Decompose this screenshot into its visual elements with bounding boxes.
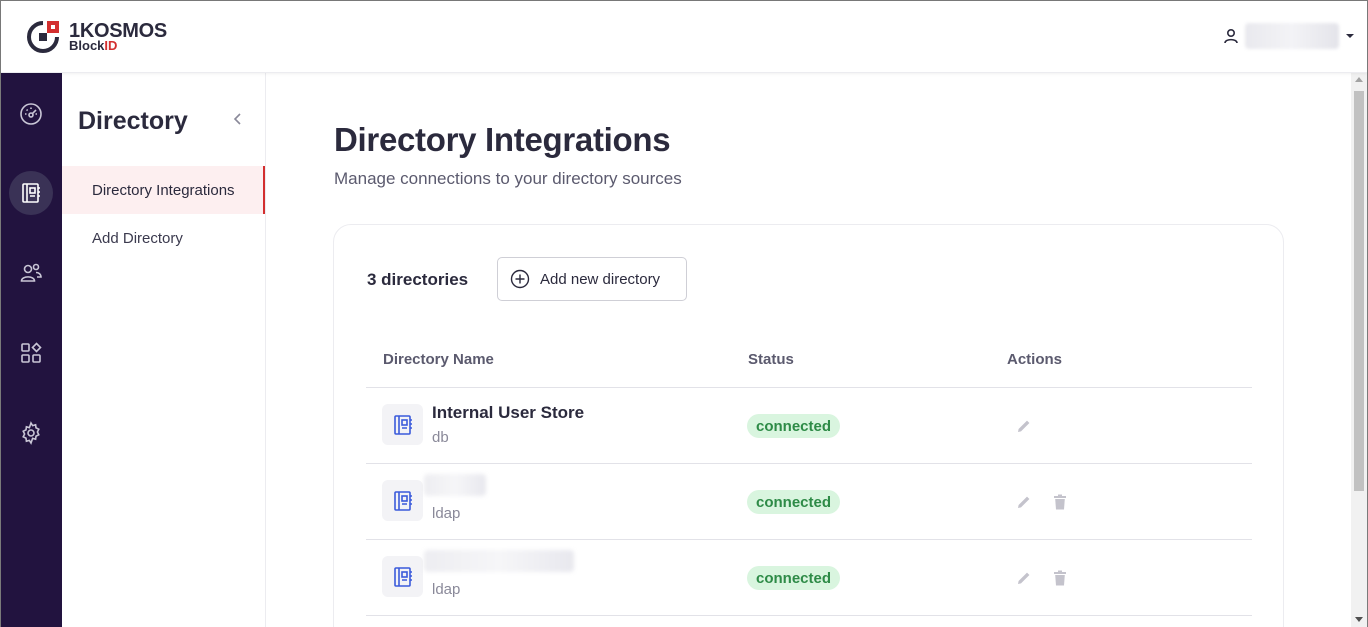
add-new-directory-label: Add new directory: [540, 270, 661, 288]
user-name-redacted: [1245, 23, 1339, 49]
subnav-item-directory-integrations[interactable]: Directory Integrations: [62, 166, 265, 214]
main-content: Directory Integrations Manage connection…: [266, 73, 1351, 627]
scroll-down-arrow-icon[interactable]: [1355, 617, 1363, 622]
trash-icon: [1054, 494, 1066, 510]
caret-down-icon[interactable]: [1345, 31, 1355, 41]
plus-circle-icon: [510, 269, 530, 289]
pencil-icon: [1018, 420, 1030, 432]
product-name: BlockID: [69, 38, 117, 53]
add-new-directory-button[interactable]: Add new directory: [497, 257, 687, 301]
edit-button[interactable]: [1014, 492, 1034, 512]
page-title: Directory Integrations: [334, 121, 671, 158]
edit-button[interactable]: [1014, 416, 1034, 436]
directory-icon: [382, 480, 423, 521]
chevron-left-icon: [233, 113, 241, 125]
subnav-item-label: Directory Integrations: [92, 181, 235, 199]
table-row[interactable]: Internal User Store db connected: [366, 387, 1252, 463]
status-badge: connected: [747, 414, 841, 438]
table-row: [366, 615, 1252, 627]
product-name-suffix: ID: [104, 38, 118, 53]
collapse-sidebar-button[interactable]: [228, 109, 248, 129]
nav-apps[interactable]: [9, 331, 53, 375]
subnav-item-label: Add Directory: [92, 229, 183, 247]
users-icon: [20, 263, 42, 282]
nav-settings[interactable]: [9, 411, 53, 455]
status-badge: connected: [747, 566, 841, 590]
settings-icon: [22, 421, 40, 445]
column-header-actions: Actions: [1007, 351, 1063, 368]
directory-count: 3 directories: [367, 270, 469, 289]
table-row[interactable]: ldap connected: [366, 463, 1252, 539]
table-row[interactable]: ldap connected: [366, 539, 1252, 615]
subnav-item-add-directory[interactable]: Add Directory: [62, 214, 265, 262]
product-name-prefix: Block: [69, 38, 105, 53]
app-logo[interactable]: 1KOSMOS BlockID: [25, 17, 185, 57]
nav-directory[interactable]: [9, 171, 53, 215]
column-header-name: Directory Name: [383, 351, 494, 368]
apps-icon: [21, 342, 42, 363]
column-header-status: Status: [748, 351, 794, 368]
directory-type: ldap: [432, 505, 461, 522]
scroll-thumb[interactable]: [1354, 91, 1364, 491]
directory-icon: [22, 183, 40, 203]
delete-button[interactable]: [1050, 568, 1070, 588]
page-scrollbar[interactable]: [1351, 73, 1367, 627]
directory-name[interactable]: Internal User Store: [432, 403, 584, 423]
directory-icon: [382, 556, 423, 597]
status-badge: connected: [747, 490, 841, 514]
edit-button[interactable]: [1014, 568, 1034, 588]
directory-type: ldap: [432, 581, 461, 598]
directory-name-redacted[interactable]: [424, 474, 486, 496]
directory-name-redacted[interactable]: [424, 550, 574, 572]
directory-type: db: [432, 429, 449, 446]
trash-icon: [1054, 570, 1066, 586]
pencil-icon: [1018, 496, 1030, 508]
dashboard-icon: [20, 103, 42, 125]
directory-icon: [382, 404, 423, 445]
scroll-up-arrow-icon[interactable]: [1355, 77, 1363, 82]
directories-card: 3 directories Add new directory Director…: [333, 224, 1284, 627]
subnav-title: Directory: [78, 107, 188, 135]
user-menu[interactable]: [1223, 21, 1355, 51]
main-nav-rail: [1, 73, 62, 627]
delete-button[interactable]: [1050, 492, 1070, 512]
page-subtitle: Manage connections to your directory sou…: [334, 169, 682, 188]
nav-users[interactable]: [9, 251, 53, 295]
pencil-icon: [1018, 572, 1030, 584]
user-icon: [1224, 28, 1238, 44]
top-header: 1KOSMOS BlockID: [1, 1, 1367, 73]
nav-dashboard[interactable]: [9, 92, 53, 136]
logo-mark-icon: [27, 21, 59, 53]
directory-subnav: Directory Directory Integrations Add Dir…: [62, 73, 266, 627]
